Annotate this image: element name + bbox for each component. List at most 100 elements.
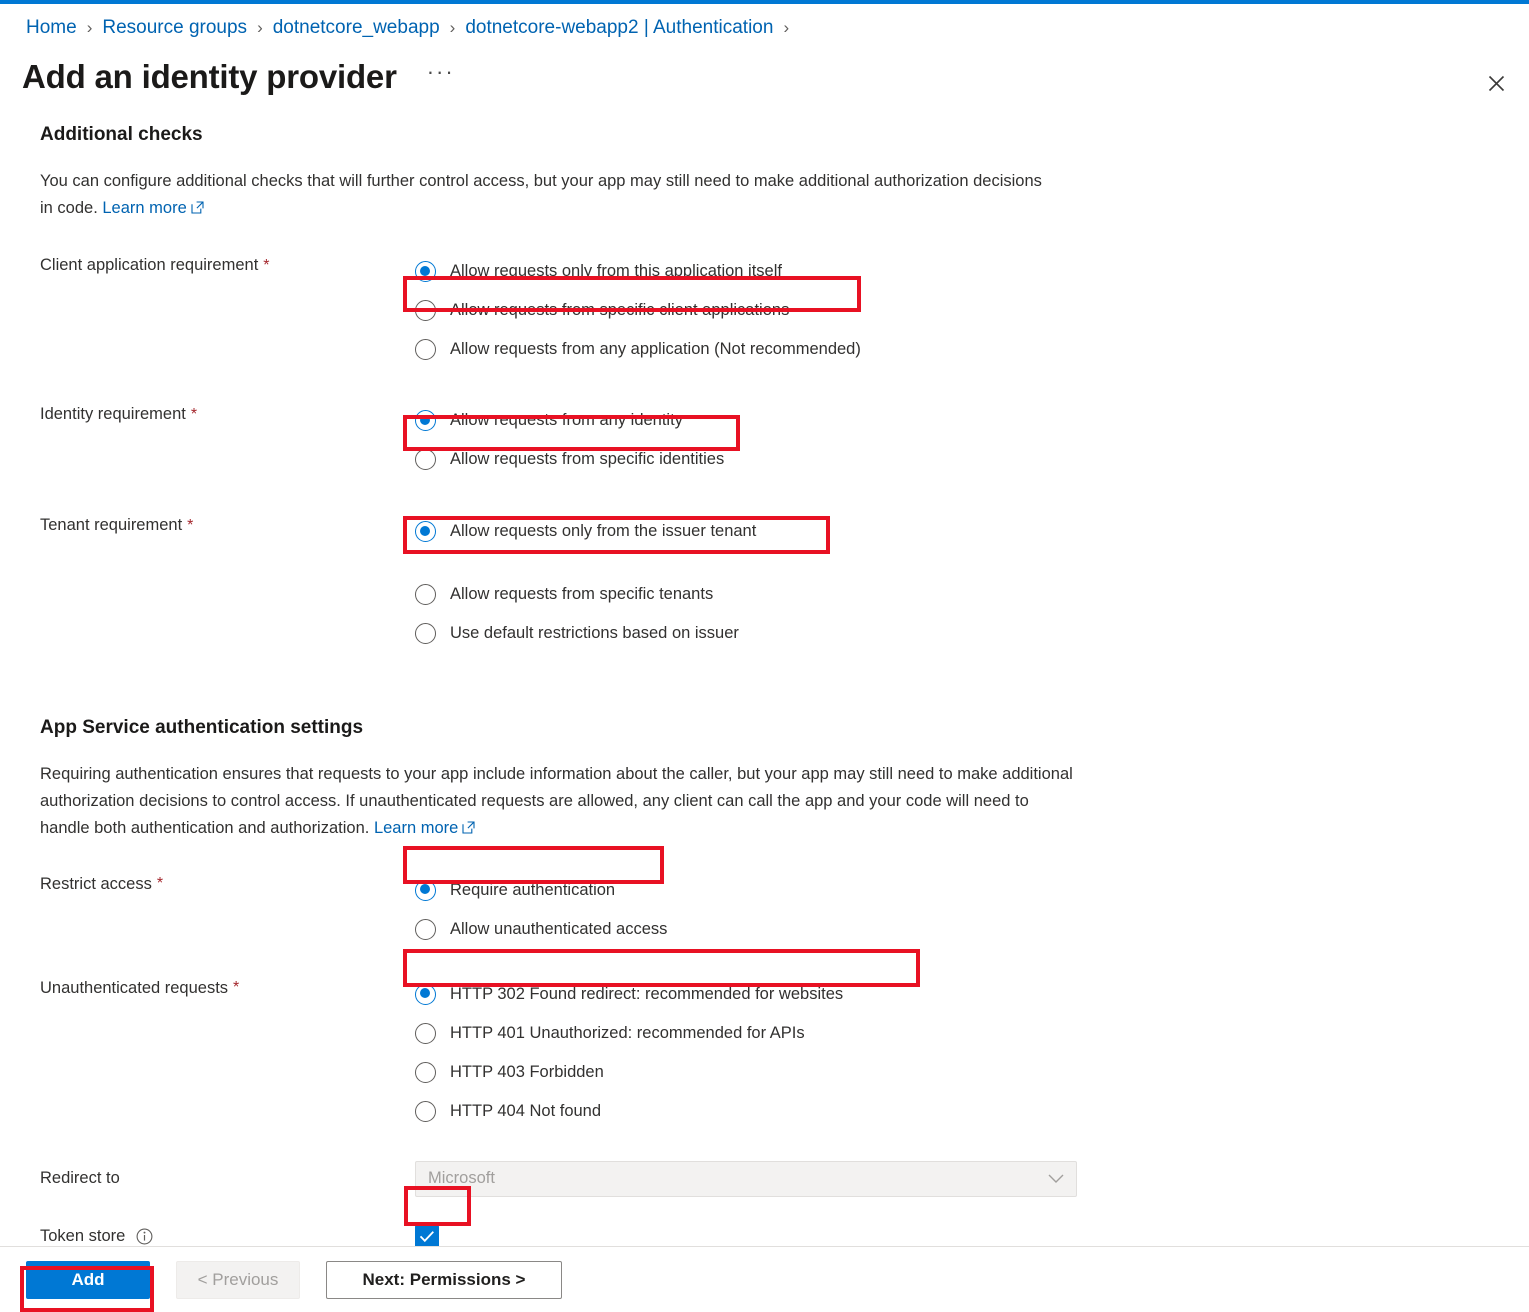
required-indicator: *	[187, 516, 194, 534]
radio-label: Allow requests from specific identities	[450, 450, 725, 469]
radio-label: HTTP 401 Unauthorized: recommended for A…	[450, 1023, 805, 1042]
field-label-restrict-access: Restrict access *	[40, 871, 415, 894]
radio-require-authentication[interactable]: Require authentication	[415, 871, 1529, 910]
section-app-service-authentication-settings: App Service authentication settings Requ…	[0, 717, 1529, 1249]
field-client-application-requirement: Client application requirement * Allow r…	[40, 252, 1529, 369]
radio-icon	[415, 300, 436, 322]
required-indicator: *	[156, 875, 164, 893]
radio-label: Allow requests from specific tenants	[450, 585, 714, 604]
breadcrumb-item-authentication[interactable]: dotnetcore-webapp2 | Authentication	[465, 18, 773, 37]
external-link-icon	[462, 816, 475, 843]
field-label-identity-requirement: Identity requirement *	[40, 401, 415, 424]
radio-http-403-forbidden[interactable]: HTTP 403 Forbidden	[415, 1053, 1529, 1092]
previous-button: < Previous	[176, 1260, 300, 1299]
footer-action-bar: Add < Previous Next: Permissions >	[0, 1246, 1529, 1312]
chevron-down-icon	[1048, 1174, 1064, 1184]
radio-allow-requests-only-from-the-issuer-tenant[interactable]: Allow requests only from the issuer tena…	[415, 512, 1529, 551]
radio-label: Allow unauthenticated access	[450, 919, 668, 938]
learn-more-link-app-service-auth[interactable]: Learn more	[374, 819, 458, 837]
next-permissions-button[interactable]: Next: Permissions >	[326, 1260, 562, 1299]
radio-allow-requests-from-specific-identities[interactable]: Allow requests from specific identities	[415, 440, 1529, 479]
radio-label: Allow requests only from the issuer tena…	[450, 522, 757, 541]
radio-icon	[415, 339, 436, 361]
radio-icon	[415, 261, 436, 283]
field-unauthenticated-requests: Unauthenticated requests * HTTP 302 Foun…	[40, 975, 1529, 1131]
app-service-auth-description-text: Requiring authentication ensures that re…	[40, 765, 1073, 837]
breadcrumb-item-home[interactable]: Home	[26, 18, 77, 37]
additional-checks-heading: Additional checks	[40, 124, 203, 145]
radio-allow-requests-from-specific-client-applications[interactable]: Allow requests from specific client appl…	[415, 291, 1529, 330]
radio-http-404-not-found[interactable]: HTTP 404 Not found	[415, 1092, 1529, 1131]
page-title: Add an identity provider	[22, 58, 397, 95]
add-identity-provider-blade: Home › Resource groups › dotnetcore_weba…	[0, 0, 1529, 1312]
radio-label: HTTP 302 Found redirect: recommended for…	[450, 984, 844, 1003]
radio-group-identity-requirement: Allow requests from any identity Allow r…	[415, 401, 1529, 479]
title-row: Add an identity provider ···	[22, 58, 455, 96]
field-label-redirect-to: Redirect to	[40, 1169, 415, 1188]
radio-allow-requests-from-any-application[interactable]: Allow requests from any application (Not…	[415, 330, 1529, 369]
required-indicator: *	[233, 979, 240, 997]
app-service-auth-heading: App Service authentication settings	[40, 717, 364, 739]
radio-use-default-restrictions-based-on-issuer[interactable]: Use default restrictions based on issuer	[415, 614, 1529, 653]
radio-label: Allow requests from any application (Not…	[450, 340, 861, 359]
external-link-icon	[191, 196, 204, 223]
radio-icon	[415, 623, 436, 645]
required-indicator: *	[190, 405, 198, 423]
radio-icon	[415, 1100, 436, 1122]
radio-icon	[415, 584, 436, 606]
radio-icon	[415, 521, 436, 543]
label-text: Client application requirement	[40, 256, 259, 275]
radio-label: Allow requests from specific client appl…	[450, 301, 790, 320]
label-text: Tenant requirement	[40, 516, 183, 535]
radio-icon	[415, 1022, 436, 1044]
radio-allow-requests-only-from-this-application-itself[interactable]: Allow requests only from this applicatio…	[415, 252, 1529, 291]
learn-more-link-additional-checks[interactable]: Learn more	[102, 199, 186, 217]
radio-http-302-found-redirect[interactable]: HTTP 302 Found redirect: recommended for…	[415, 975, 1529, 1014]
additional-checks-description: You can configure additional checks that…	[40, 168, 1050, 222]
radio-allow-requests-from-specific-tenants[interactable]: Allow requests from specific tenants	[415, 575, 1529, 614]
radio-label: Allow requests from any identity	[450, 411, 683, 430]
radio-icon	[415, 879, 436, 901]
redirect-to-control: Microsoft	[415, 1160, 1529, 1197]
blade-content: Additional checks You can configure addi…	[0, 124, 1529, 1249]
radio-group-restrict-access: Require authentication Allow unauthentic…	[415, 871, 1529, 949]
radio-icon	[415, 1061, 436, 1083]
more-options-button[interactable]: ···	[427, 61, 455, 93]
field-label-tenant-requirement: Tenant requirement *	[40, 512, 415, 535]
radio-label: HTTP 404 Not found	[450, 1101, 602, 1120]
field-restrict-access: Restrict access * Require authentication…	[40, 871, 1529, 949]
field-token-store: Token store	[40, 1224, 1529, 1249]
radio-allow-requests-from-any-identity[interactable]: Allow requests from any identity	[415, 401, 1529, 440]
close-icon[interactable]	[1479, 66, 1513, 100]
radio-icon	[415, 983, 436, 1005]
radio-label: HTTP 403 Forbidden	[450, 1062, 604, 1081]
breadcrumb-separator: ›	[86, 18, 93, 37]
field-label-token-store: Token store	[40, 1227, 415, 1246]
breadcrumb-separator: ›	[783, 18, 790, 37]
app-service-auth-description: Requiring authentication ensures that re…	[40, 761, 1075, 842]
breadcrumb-separator: ›	[257, 18, 263, 37]
radio-group-client-application-requirement: Allow requests only from this applicatio…	[415, 252, 1529, 369]
radio-allow-unauthenticated-access[interactable]: Allow unauthenticated access	[415, 910, 1529, 949]
add-button[interactable]: Add	[26, 1260, 150, 1299]
field-identity-requirement: Identity requirement * Allow requests fr…	[40, 401, 1529, 479]
breadcrumb-item-resource-groups[interactable]: Resource groups	[102, 18, 247, 37]
radio-icon	[415, 410, 436, 432]
breadcrumb-item-dotnetcore-webapp[interactable]: dotnetcore_webapp	[273, 18, 440, 37]
redirect-to-dropdown[interactable]: Microsoft	[415, 1160, 1077, 1197]
label-text: Identity requirement	[40, 405, 186, 424]
radio-label: Use default restrictions based on issuer	[450, 624, 739, 643]
radio-icon	[415, 449, 436, 471]
radio-http-401-unauthorized[interactable]: HTTP 401 Unauthorized: recommended for A…	[415, 1014, 1529, 1053]
field-label-unauthenticated-requests: Unauthenticated requests *	[40, 975, 415, 998]
label-text: Unauthenticated requests	[40, 978, 229, 997]
label-text: Redirect to	[40, 1169, 120, 1188]
radio-icon	[415, 918, 436, 940]
field-label-client-application-requirement: Client application requirement *	[40, 252, 415, 275]
token-store-control	[415, 1224, 1529, 1249]
radio-group-tenant-requirement: Allow requests only from the issuer tena…	[415, 512, 1529, 653]
info-icon[interactable]	[136, 1228, 153, 1245]
radio-label: Require authentication	[450, 880, 616, 899]
required-indicator: *	[263, 256, 270, 274]
token-store-checkbox[interactable]	[415, 1224, 439, 1249]
